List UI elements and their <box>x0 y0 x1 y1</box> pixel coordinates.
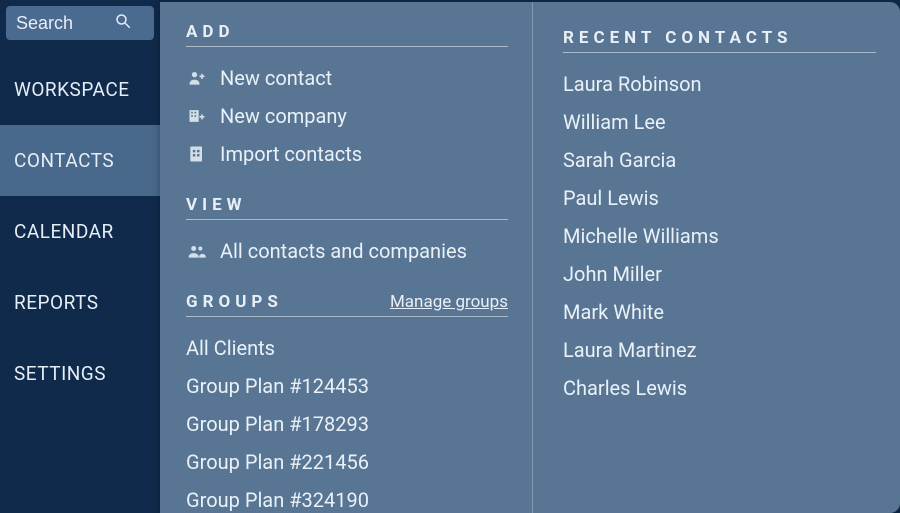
import-contacts[interactable]: Import contacts <box>186 135 532 173</box>
recent-contact[interactable]: Paul Lewis <box>563 179 876 217</box>
company-add-icon <box>186 105 208 127</box>
view-list: All contacts and companies <box>186 232 532 270</box>
flyout-right-column: RECENT CONTACTS Laura Robinson William L… <box>533 2 900 513</box>
section-title-recent: RECENT CONTACTS <box>563 28 876 53</box>
add-new-contact[interactable]: New contact <box>186 59 532 97</box>
section-title-view: VIEW <box>186 195 508 220</box>
search-input[interactable] <box>16 13 106 34</box>
group-item[interactable]: Group Plan #124453 <box>186 367 532 405</box>
people-icon <box>186 240 208 262</box>
menu-label: All contacts and companies <box>220 239 467 263</box>
recent-contact[interactable]: Sarah Garcia <box>563 141 876 179</box>
recent-contact[interactable]: John Miller <box>563 255 876 293</box>
search-box[interactable] <box>6 6 154 40</box>
section-title-groups: GROUPS <box>186 292 283 312</box>
view-all-contacts[interactable]: All contacts and companies <box>186 232 532 270</box>
recent-contact[interactable]: Laura Martinez <box>563 331 876 369</box>
recent-contact[interactable]: Laura Robinson <box>563 65 876 103</box>
app-root: WORKSPACE CONTACTS CALENDAR REPORTS SETT… <box>0 0 900 513</box>
search-wrap <box>0 0 160 46</box>
nav: WORKSPACE CONTACTS CALENDAR REPORTS SETT… <box>0 54 160 409</box>
recent-contact[interactable]: Michelle Williams <box>563 217 876 255</box>
nav-item-calendar[interactable]: CALENDAR <box>0 196 160 267</box>
recent-contacts-list: Laura Robinson William Lee Sarah Garcia … <box>563 65 876 407</box>
groups-list: All Clients Group Plan #124453 Group Pla… <box>186 329 532 513</box>
menu-label: New contact <box>220 66 332 90</box>
nav-item-settings[interactable]: SETTINGS <box>0 338 160 409</box>
menu-label: Import contacts <box>220 142 362 166</box>
section-title-add: ADD <box>186 22 508 47</box>
nav-item-reports[interactable]: REPORTS <box>0 267 160 338</box>
recent-contact[interactable]: Charles Lewis <box>563 369 876 407</box>
contacts-flyout: ADD New contact New company <box>160 2 900 513</box>
import-icon <box>186 143 208 165</box>
menu-label: New company <box>220 104 347 128</box>
nav-item-contacts[interactable]: CONTACTS <box>0 125 160 196</box>
search-icon <box>114 12 132 34</box>
group-item[interactable]: Group Plan #178293 <box>186 405 532 443</box>
person-add-icon <box>186 67 208 89</box>
manage-groups-link[interactable]: Manage groups <box>390 292 508 312</box>
add-new-company[interactable]: New company <box>186 97 532 135</box>
group-item[interactable]: Group Plan #221456 <box>186 443 532 481</box>
group-item[interactable]: Group Plan #324190 <box>186 481 532 513</box>
group-item[interactable]: All Clients <box>186 329 532 367</box>
recent-contact[interactable]: William Lee <box>563 103 876 141</box>
recent-contact[interactable]: Mark White <box>563 293 876 331</box>
nav-item-workspace[interactable]: WORKSPACE <box>0 54 160 125</box>
sidebar: WORKSPACE CONTACTS CALENDAR REPORTS SETT… <box>0 0 160 513</box>
section-title-groups-row: GROUPS Manage groups <box>186 292 508 317</box>
add-list: New contact New company Import contacts <box>186 59 532 173</box>
flyout-left-column: ADD New contact New company <box>160 2 533 513</box>
